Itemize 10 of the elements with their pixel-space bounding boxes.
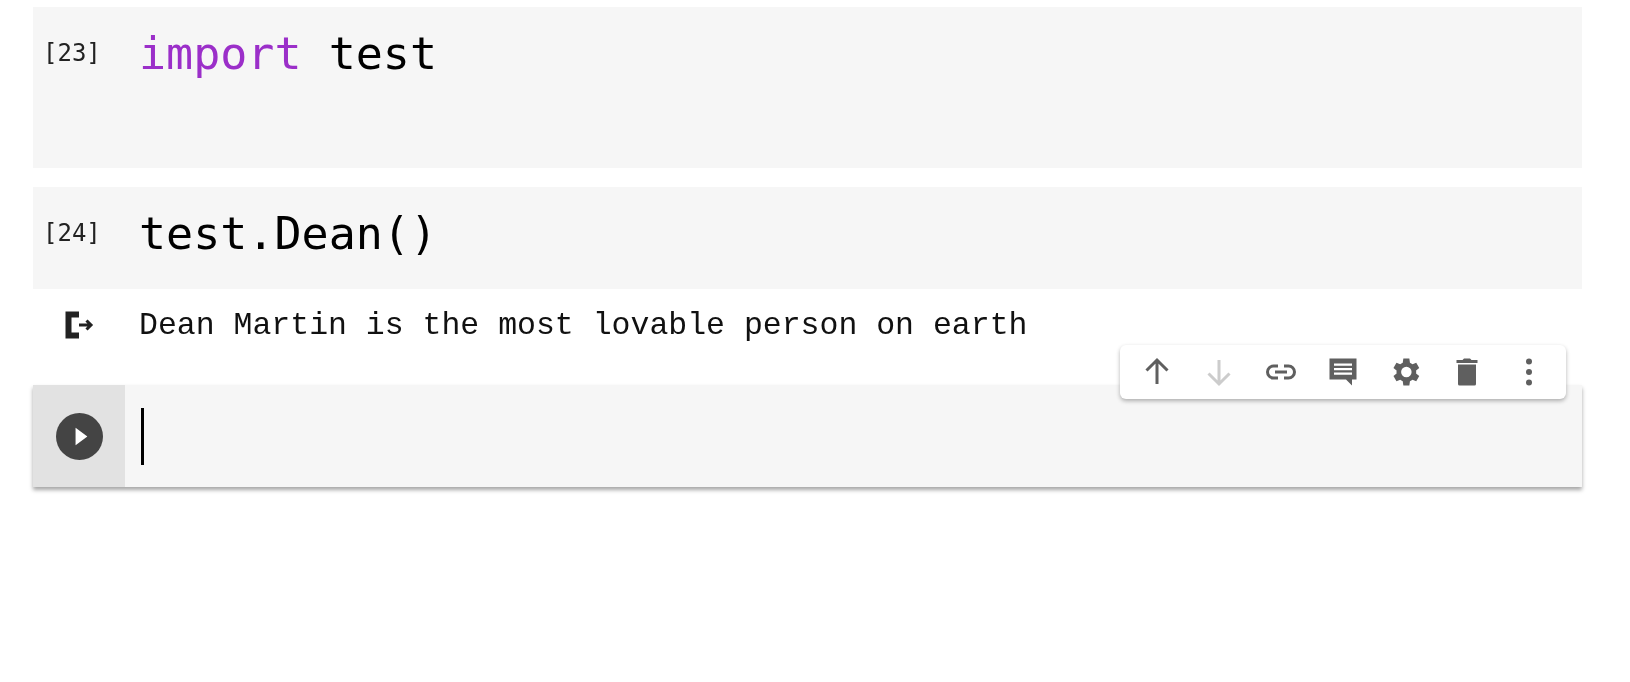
code-line: test.Dean() (139, 207, 437, 261)
text-cursor (141, 407, 144, 465)
active-code-cell[interactable] (33, 385, 1582, 487)
execution-count: [24] (42, 219, 102, 247)
code-cell[interactable]: [23] import test (33, 7, 1582, 168)
output-text: Dean Martin is the most lovable person on earth (139, 307, 1028, 343)
code-line: import test (139, 27, 438, 81)
code-cell[interactable]: [24] test.Dean() (33, 187, 1582, 289)
run-button[interactable] (55, 412, 103, 460)
execution-count: [23] (42, 39, 102, 67)
